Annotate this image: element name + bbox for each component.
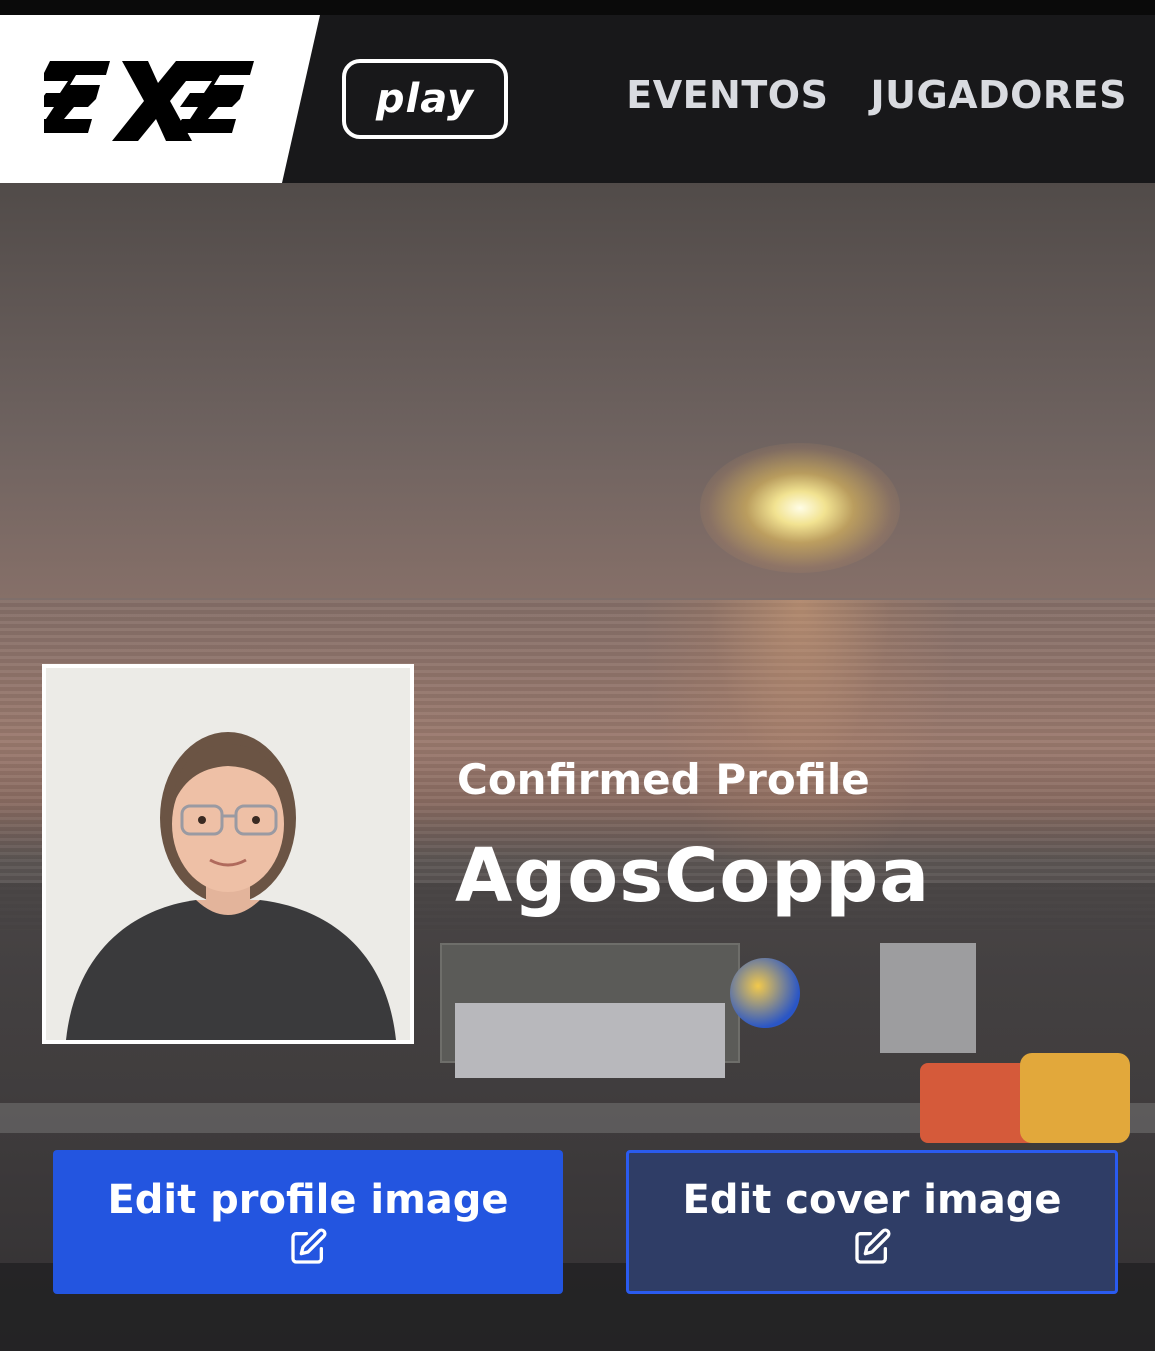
profile-status: Confirmed Profile	[457, 755, 870, 804]
nav-item-jugadores[interactable]: JUGADORES	[870, 73, 1127, 117]
logo-panel[interactable]	[0, 15, 320, 183]
profile-avatar	[42, 664, 414, 1044]
edit-profile-image-label: Edit profile image	[107, 1177, 509, 1223]
edit-cover-image-button[interactable]: Edit cover image	[626, 1150, 1118, 1294]
avatar-portrait	[46, 668, 410, 1040]
edit-profile-image-button[interactable]: Edit profile image	[53, 1150, 563, 1294]
nav-item-eventos[interactable]: EVENTOS	[626, 73, 828, 117]
profile-username: AgosCoppa	[455, 833, 931, 919]
event-banner	[880, 943, 976, 1053]
giant-basketball	[730, 958, 800, 1028]
top-navbar: play EVENTOS JUGADORES	[0, 15, 1155, 183]
main-nav: EVENTOS JUGADORES	[626, 73, 1127, 117]
status-strip	[0, 0, 1155, 15]
pencil-square-icon	[855, 1228, 891, 1264]
edit-cover-image-label: Edit cover image	[682, 1177, 1062, 1223]
3x3-logo-icon	[44, 61, 254, 141]
sun-glow	[700, 443, 900, 573]
arena-wall	[455, 1003, 725, 1078]
pencil-square-icon	[291, 1228, 327, 1264]
bouncy-castle-2	[1020, 1053, 1130, 1143]
play-badge[interactable]: play	[342, 59, 508, 139]
